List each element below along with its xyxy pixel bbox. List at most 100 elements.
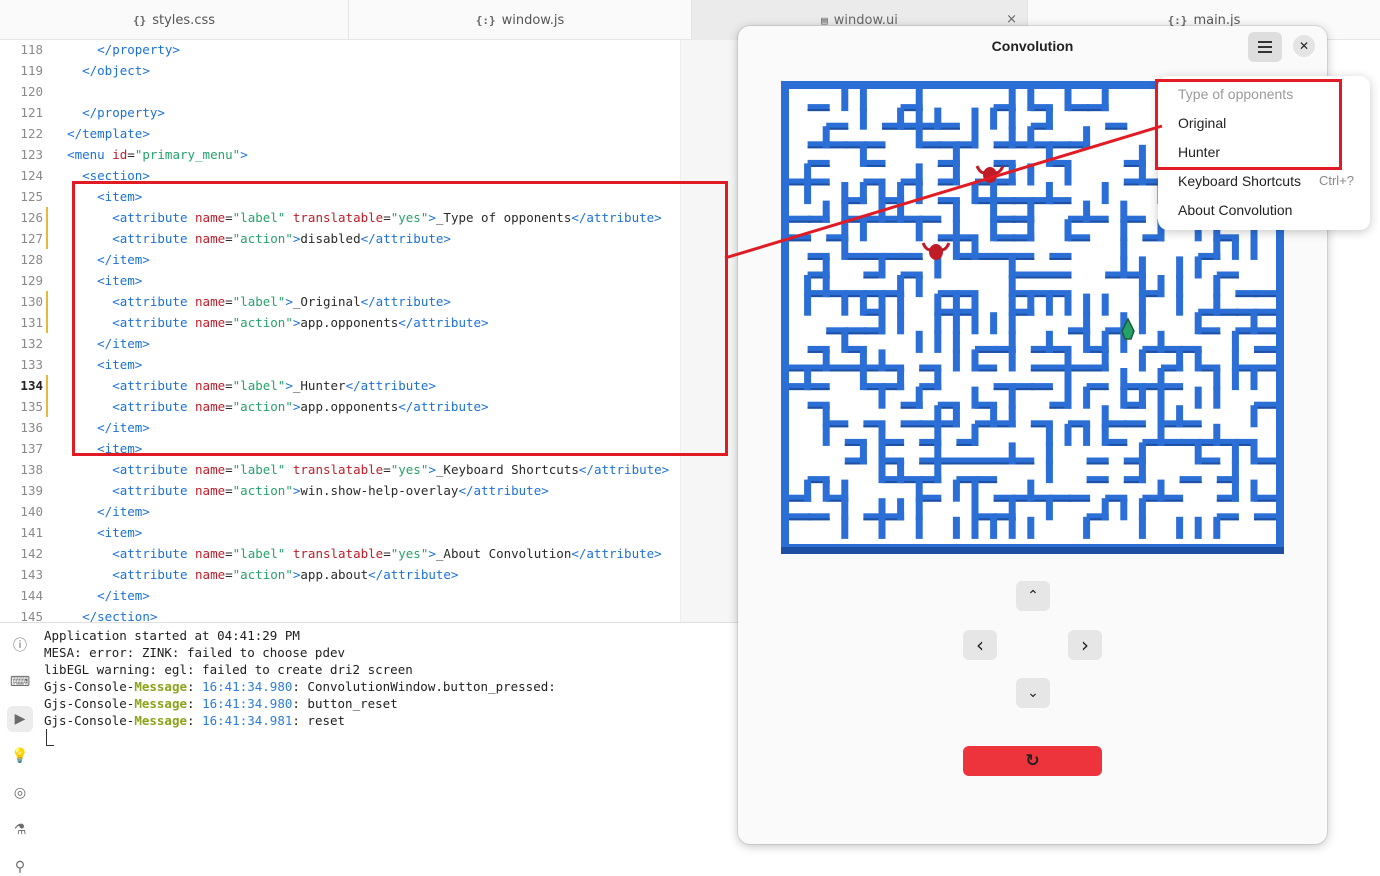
maze-wall [897,498,905,521]
maze-wall [859,442,867,465]
line-number: 121 [20,105,43,120]
code-line: 120 [0,81,680,102]
close-tab-icon[interactable]: × [1006,12,1017,27]
maze-wall [1008,163,1016,186]
move-up-button[interactable]: ⌃ [1016,581,1050,611]
code-line: 121 </property> [0,102,680,123]
window-close-button[interactable]: ✕ [1293,35,1315,57]
console-line: libEGL warning: egl: failed to create dr… [44,662,413,677]
code-line: 145 </section> [0,606,680,622]
main-menu-button[interactable] [1248,32,1282,62]
menu-item-keyboard-shortcuts[interactable]: Keyboard Shortcuts [1178,172,1301,190]
maze-wall-shadow [1068,499,1091,502]
line-number: 138 [20,462,43,477]
refresh-icon: ↻ [1025,751,1040,771]
info-icon[interactable]: ⓘ [7,632,33,658]
maze-wall [1138,516,1146,539]
maze-wall [1083,516,1091,539]
globe-icon[interactable]: ◎ [7,780,33,806]
maze-wall [804,479,812,502]
maze-wall [1176,349,1184,372]
code-text: </property> [97,42,180,57]
maze-wall [1194,516,1202,539]
hamburger-icon [1258,46,1272,48]
maze-wall-shadow [807,518,830,521]
line-number: 137 [20,441,43,456]
code-text: <attribute name="label" translatable="ye… [112,546,662,561]
line-number: 144 [20,588,43,603]
line-number: 131 [20,315,43,330]
move-right-button[interactable]: › [1068,630,1102,660]
tab-styles-css[interactable]: {} styles.css [0,0,349,40]
maze-wall [822,275,830,298]
maze-wall [1064,386,1072,409]
maze-wall [971,386,979,409]
run-icon[interactable]: ▶ [7,706,33,732]
maze-wall-shadow [1086,462,1109,465]
maze-wall [859,219,867,242]
maze-wall [1027,293,1035,316]
maze-wall-shadow [900,257,923,260]
tab-window-js[interactable]: {:} window.js [349,0,692,40]
flask-icon[interactable]: ⚗ [7,817,33,843]
changed-line-marker [46,312,48,333]
search-icon[interactable]: ⚲ [7,854,33,876]
line-number: 139 [20,483,43,498]
maze-wall [1250,368,1258,391]
reset-button[interactable]: ↻ [963,746,1102,776]
chevron-right-icon: › [1081,633,1089,657]
maze-wall [1027,126,1035,149]
maze-wall [1083,200,1091,223]
maze-wall [952,479,960,502]
line-number: 123 [20,147,43,162]
code-line: 141 <item> [0,522,680,543]
move-left-button[interactable]: ‹ [963,630,997,660]
maze-wall [1120,498,1128,521]
line-number: 125 [20,189,43,204]
maze-wall [1213,237,1221,260]
bulb-icon[interactable]: 💡 [7,743,33,769]
code-line: 122 </template> [0,123,680,144]
maze-wall [952,237,960,260]
console-panel[interactable]: ⓘ ⌨ ▶ 💡 ◎ ⚗ ⚲ Application started at 04:41:29 … [0,622,738,876]
maze-wall [1064,293,1072,316]
maze-wall [841,89,849,112]
maze-wall-shadow [1105,127,1128,130]
code-text: <attribute name="action">app.about</attr… [112,567,459,582]
console-sidebar: ⓘ ⌨ ▶ 💡 ◎ ⚗ ⚲ [0,623,38,876]
menu-item-about[interactable]: About Convolution [1178,201,1292,219]
maze-wall [1120,386,1128,409]
maze-wall-shadow [1049,276,1072,279]
code-line: 119 </object> [0,60,680,81]
maze-wall [1101,293,1109,316]
line-number: 136 [20,420,43,435]
terminal-icon[interactable]: ⌨ [7,669,33,695]
maze-wall [841,516,849,539]
maze-wall [915,275,923,298]
tab-label: styles.css [152,12,216,28]
line-number: 118 [20,42,43,57]
move-down-button[interactable]: ⌄ [1016,678,1050,708]
chevron-down-icon: ⌄ [1027,685,1039,701]
maze-wall [878,200,886,223]
maze-wall [897,200,905,223]
code-line: 144 </item> [0,585,680,606]
maze-wall-shadow [1086,481,1109,484]
maze-wall [1064,163,1072,186]
maze-wall [1231,368,1239,391]
maze-wall-shadow [1123,425,1146,428]
maze-wall [1250,405,1258,428]
console-line: Gjs-Console-Message: 16:41:34.980: butto… [44,696,398,711]
maze-wall [971,312,979,335]
code-line: 142 <attribute name="label" translatable… [0,543,680,564]
maze-wall [878,312,886,335]
annotation-box-menu [1155,79,1342,170]
maze-wall [878,516,886,539]
maze-wall [1027,163,1035,186]
maze-wall [822,349,830,372]
css-file-icon: {} [132,13,147,27]
maze-wall [990,405,998,428]
line-number: 143 [20,567,43,582]
line-number: 128 [20,252,43,267]
line-number: 134 [20,378,43,393]
